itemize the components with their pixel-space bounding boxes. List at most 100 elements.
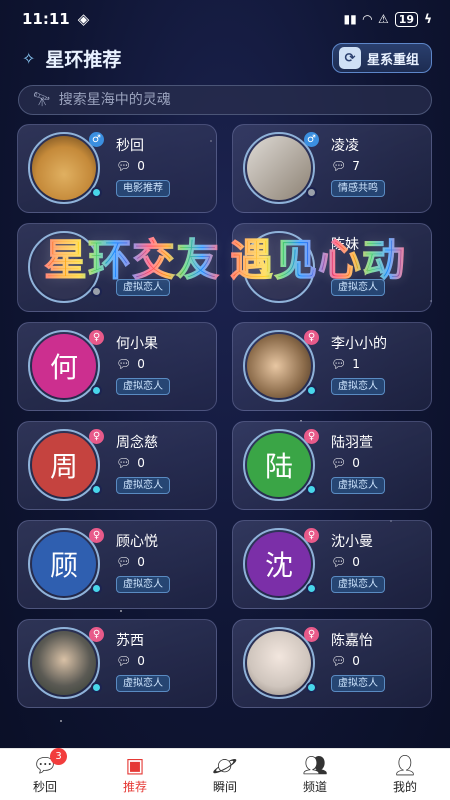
online-status-dot — [91, 682, 102, 693]
message-count-value: 0 — [352, 654, 360, 668]
profile-card[interactable]: ♂ 秒回 💬︎ 0 电影推荐 — [17, 124, 217, 213]
comment-icon: 💬︎ — [331, 555, 347, 569]
regroup-button[interactable]: ⟳ 星系重组 — [331, 43, 432, 73]
profile-card[interactable]: ♀ 陈嘉怡 💬︎ 0 虚拟恋人 — [232, 619, 432, 708]
female-icon: ♀ — [304, 429, 319, 444]
refresh-icon: ⟳ — [338, 47, 361, 69]
profile-name: 陈嘉怡 — [331, 633, 373, 649]
message-count: 💬︎ 7 — [331, 159, 360, 173]
profile-card[interactable]: ♀ 李小小的 💬︎ 1 虚拟恋人 — [232, 322, 432, 411]
sparkle-icon: ✧ — [22, 48, 36, 68]
profile-name: 顾心悦 — [116, 534, 158, 550]
profile-tag[interactable]: 虚拟恋人 — [331, 477, 385, 494]
alert-icon: ⚠ — [378, 12, 389, 26]
tab-label: 频道 — [302, 780, 327, 794]
search-bar[interactable]: 🔭︎ — [18, 85, 432, 115]
online-status-dot — [91, 187, 102, 198]
banner-text-2: 遇见心动 — [230, 226, 406, 288]
profile-name: 秒回 — [116, 138, 144, 154]
wifi-icon: ◠ — [362, 12, 372, 26]
status-bar: 11:11 ◈ ▮▮ ◠ ⚠ 19 ϟ — [0, 0, 450, 38]
online-status-dot — [306, 484, 317, 495]
comment-icon: 💬︎ — [331, 159, 347, 173]
battery-indicator: 19 — [394, 11, 419, 27]
profile-tag[interactable]: 虚拟恋人 — [331, 378, 385, 395]
profile-card[interactable]: ♂ 凌凌 💬︎ 7 情感共鸣 — [232, 124, 432, 213]
comment-icon: 💬︎ — [116, 159, 132, 173]
comment-icon: 💬︎ — [116, 654, 132, 668]
profile-grid: ♂秒回💬︎0电影推荐♂凌凌💬︎7情感共鸣虚拟恋人陈妹虚拟恋人何♀何小果💬︎0虚拟… — [17, 124, 433, 708]
female-icon: ♀ — [89, 528, 104, 543]
charging-icon: ϟ — [424, 12, 432, 26]
profile-tag[interactable]: 虚拟恋人 — [116, 576, 170, 593]
profile-name: 陆羽萱 — [331, 435, 373, 451]
profile-card[interactable]: 周 ♀ 周念慈 💬︎ 0 虚拟恋人 — [17, 421, 217, 510]
message-count: 💬︎ 0 — [116, 456, 145, 470]
tab-chat[interactable]: 💬︎ 3 秒回 — [10, 748, 80, 795]
profile-card[interactable]: 沈 ♀ 沈小曼 💬︎ 0 虚拟恋人 — [232, 520, 432, 609]
promo-banner: 星环交友 遇见心动 — [0, 222, 450, 292]
tab-recommend[interactable]: ▣ 推荐 — [100, 754, 170, 795]
comment-icon: 💬︎ — [116, 357, 132, 371]
message-count: 💬︎ 0 — [331, 654, 360, 668]
comment-icon: 💬︎ — [116, 555, 132, 569]
profile-tag[interactable]: 虚拟恋人 — [331, 576, 385, 593]
profile-tag[interactable]: 虚拟恋人 — [116, 675, 170, 692]
dog-photo — [32, 136, 96, 200]
female-icon: ♀ — [304, 528, 319, 543]
message-count: 💬︎ 0 — [116, 555, 145, 569]
tab-label: 秒回 — [32, 780, 57, 794]
profile-name: 沈小曼 — [331, 534, 373, 550]
profile-tag[interactable]: 情感共鸣 — [331, 180, 385, 197]
profile-card[interactable]: 何 ♀ 何小果 💬︎ 0 虚拟恋人 — [17, 322, 217, 411]
message-count-value: 0 — [352, 555, 360, 569]
vibrate-icon: ▮▮ — [343, 12, 357, 26]
people-icon: 👥︎ — [302, 753, 328, 777]
profile-card[interactable]: 陆 ♀ 陆羽萱 💬︎ 0 虚拟恋人 — [232, 421, 432, 510]
vpn-icon: ◈ — [77, 10, 90, 28]
comment-icon: 💬︎ — [331, 456, 347, 470]
profile-name: 苏西 — [116, 633, 144, 649]
profile-name: 周念慈 — [116, 435, 158, 451]
tab-people[interactable]: 👥︎ 频道 — [280, 754, 350, 795]
profile-tag[interactable]: 虚拟恋人 — [116, 477, 170, 494]
tab-planet[interactable]: 🪐︎ 瞬间 — [190, 754, 260, 795]
search-input[interactable] — [58, 92, 399, 108]
message-count: 💬︎ 0 — [116, 159, 145, 173]
bottom-tab-bar: 💬︎ 3 秒回 ▣ 推荐 🪐︎ 瞬间 👥︎ 频道 👤︎ 我的 — [0, 748, 450, 800]
profile-tag[interactable]: 虚拟恋人 — [331, 675, 385, 692]
online-status-dot — [91, 385, 102, 396]
message-count-value: 7 — [352, 159, 360, 173]
message-count-value: 0 — [352, 456, 360, 470]
planet-icon: 🪐︎ — [212, 753, 238, 777]
message-count-value: 0 — [137, 357, 145, 371]
profile-card[interactable]: 顾 ♀ 顾心悦 💬︎ 0 虚拟恋人 — [17, 520, 217, 609]
tab-label: 推荐 — [122, 780, 147, 794]
online-status-dot — [306, 682, 317, 693]
girl-photo — [32, 631, 96, 695]
profile-tag[interactable]: 电影推荐 — [116, 180, 170, 197]
profile-card[interactable]: ♀ 苏西 💬︎ 0 虚拟恋人 — [17, 619, 217, 708]
regroup-label: 星系重组 — [366, 52, 419, 68]
comment-icon: 💬︎ — [331, 654, 347, 668]
clock: 11:11 — [22, 10, 70, 28]
tab-label: 我的 — [392, 780, 417, 794]
tab-label: 瞬间 — [212, 780, 237, 794]
girl-photo — [247, 334, 311, 398]
profile-name: 李小小的 — [331, 336, 387, 352]
online-status-dot — [91, 583, 102, 594]
male-icon: ♂ — [304, 132, 319, 147]
message-count: 💬︎ 0 — [331, 456, 360, 470]
online-status-dot — [306, 187, 317, 198]
message-count: 💬︎ 1 — [331, 357, 360, 371]
telescope-icon: 🔭︎ — [33, 92, 51, 108]
message-count-value: 1 — [352, 357, 360, 371]
profile-tag[interactable]: 虚拟恋人 — [116, 378, 170, 395]
online-status-dot — [91, 484, 102, 495]
tab-user[interactable]: 👤︎ 我的 — [370, 754, 440, 795]
female-icon: ♀ — [89, 627, 104, 642]
female-icon: ♀ — [304, 330, 319, 345]
female-icon: ♀ — [89, 429, 104, 444]
message-count: 💬︎ 0 — [331, 555, 360, 569]
female-icon: ♀ — [304, 627, 319, 642]
